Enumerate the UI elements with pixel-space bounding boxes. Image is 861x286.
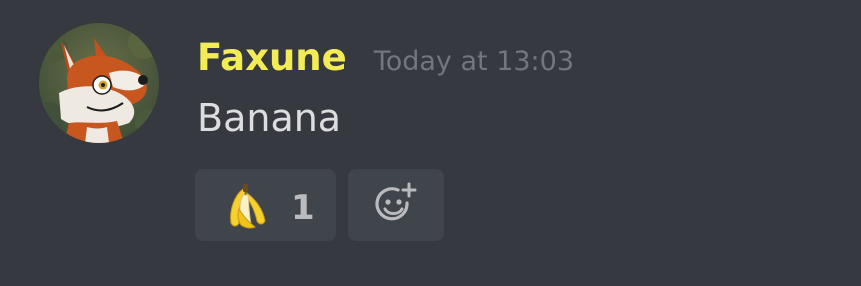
fox-avatar-icon [39, 23, 159, 143]
message-content: Banana [197, 96, 342, 140]
user-avatar[interactable] [39, 23, 159, 143]
reaction-count: 1 [291, 188, 315, 228]
add-emoji-icon [375, 182, 417, 221]
message-header: Faxune Today at 13:03 [197, 36, 574, 80]
add-reaction-button[interactable] [348, 169, 444, 241]
message-timestamp: Today at 13:03 [373, 46, 575, 77]
username[interactable]: Faxune [197, 36, 347, 79]
banana-reaction[interactable]: 1 [195, 169, 336, 241]
banana-icon [230, 184, 266, 229]
chat-message: Faxune Today at 13:03 Banana 1 [0, 0, 861, 286]
